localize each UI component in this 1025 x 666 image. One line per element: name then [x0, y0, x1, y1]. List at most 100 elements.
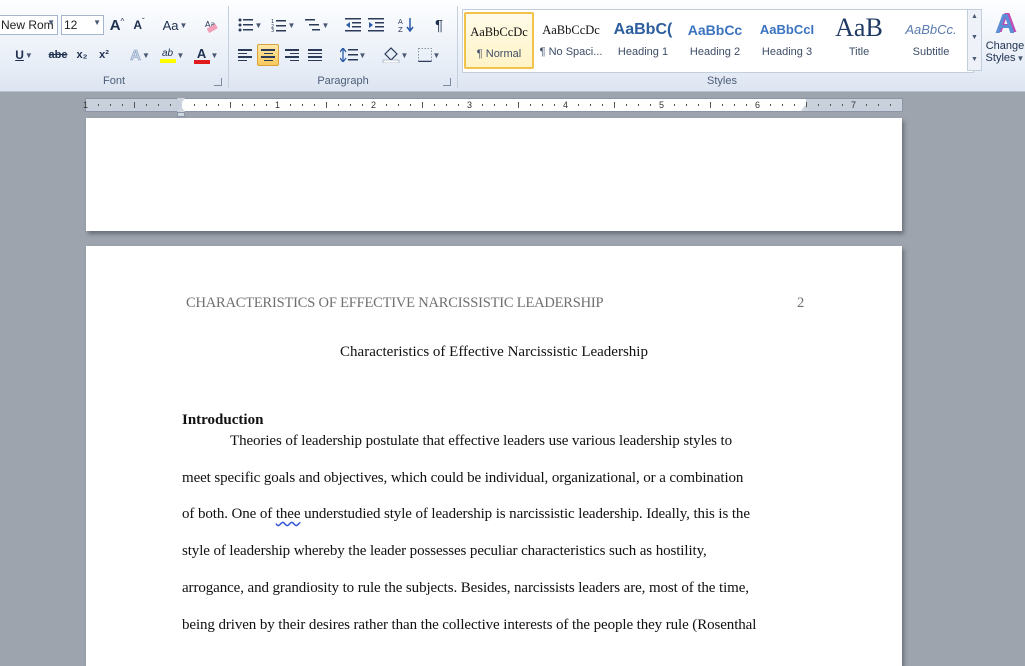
ruler-tick — [146, 104, 147, 106]
style-title[interactable]: AaB Title — [824, 12, 894, 69]
font-dialog-launcher[interactable] — [214, 78, 222, 86]
ruler-tick — [746, 104, 747, 106]
font-color-button[interactable]: A ▼ — [192, 45, 220, 65]
line-spacing-button[interactable]: ▼ — [338, 45, 368, 65]
highlight-button[interactable]: ab ▼ — [157, 45, 187, 65]
style-sample: AaBbCc — [687, 22, 743, 38]
styles-gallery-scroll[interactable]: ▲ ▼ ▼ — [967, 9, 982, 71]
change-case-button[interactable]: Aa ▼ — [160, 15, 190, 35]
ruler-tick — [266, 104, 267, 106]
styles-group-label: Styles — [707, 75, 737, 87]
ruler-tick — [830, 104, 831, 106]
shrink-font-button[interactable]: Aˇ — [129, 15, 149, 35]
show-formatting-marks-button[interactable]: ¶ — [428, 15, 450, 35]
decrease-indent-button[interactable] — [343, 15, 363, 35]
align-right-button[interactable] — [282, 45, 302, 65]
bullets-button[interactable]: ▼ — [236, 15, 264, 35]
underline-icon: U — [15, 48, 24, 62]
ruler-tick — [782, 104, 783, 106]
ruler-tick — [626, 104, 627, 106]
page-number: 2 — [797, 295, 805, 311]
document-page-2[interactable]: CHARACTERISTICS OF EFFECTIVE NARCISSISTI… — [86, 246, 902, 666]
increase-indent-icon — [368, 18, 384, 32]
ruler-number: 1 — [83, 100, 89, 110]
change-styles-button[interactable]: A Change Styles▼ — [985, 8, 1025, 65]
underline-button[interactable]: U ▼ — [12, 45, 36, 65]
style-sample: AaBbCcDc — [542, 23, 600, 37]
change-styles-label-2: Styles — [985, 52, 1016, 64]
numbering-icon: 123 — [271, 19, 286, 32]
ribbon: New Rom ▼ 12 ▼ A ^ Aˇ Aa ▼ Aa U ▼ abe x₂ x²… — [0, 0, 1025, 92]
ruler-tick — [458, 104, 459, 106]
ruler-tick — [362, 104, 363, 106]
style-sample: AaBbCcDc — [470, 25, 528, 39]
ruler-tick — [818, 104, 819, 106]
ruler-tick — [494, 104, 495, 106]
ruler-tick — [110, 104, 111, 106]
font-name-value: New Rom — [1, 18, 54, 32]
font-group-label: Font — [102, 75, 125, 87]
group-divider — [457, 6, 458, 88]
sort-icon: AZ — [398, 18, 414, 33]
misspelled-word[interactable]: thee — [276, 506, 301, 522]
ruler-tick — [602, 104, 603, 106]
ruler-tick — [554, 104, 555, 106]
paragraph-dialog-launcher[interactable] — [443, 78, 451, 86]
borders-button[interactable]: ▼ — [414, 45, 444, 65]
ruler-tick — [530, 104, 531, 106]
align-center-button[interactable] — [257, 44, 279, 66]
ruler-number: 1 — [275, 100, 281, 110]
ruler-tick — [134, 102, 135, 108]
shading-button[interactable]: ▼ — [379, 45, 411, 65]
ruler-tick — [518, 102, 519, 108]
strikethrough-button[interactable]: abe — [46, 45, 70, 65]
body-text: of both. One of — [182, 506, 273, 522]
font-size-value: 12 — [64, 18, 78, 32]
line-spacing-icon — [339, 48, 358, 62]
ruler-tick — [614, 102, 615, 108]
ruler-tick — [122, 104, 123, 106]
first-line-indent-marker[interactable] — [177, 98, 185, 104]
right-indent-marker[interactable] — [801, 105, 809, 111]
ruler-tick — [710, 102, 711, 108]
ruler-tick — [578, 104, 579, 106]
body-text: understudied style of leadership is narc… — [304, 506, 750, 522]
numbering-button[interactable]: 1 2 3 ▼ — [268, 15, 298, 35]
superscript-button[interactable]: x² — [94, 45, 114, 65]
multilevel-list-button[interactable]: ▼ — [302, 15, 332, 35]
body-line: arrogance, and grandiosity to rule the s… — [182, 580, 749, 596]
ruler-tick — [674, 104, 675, 106]
document-title: Characteristics of Effective Narcissisti… — [340, 344, 648, 360]
ruler-tick — [542, 104, 543, 106]
style-heading-1[interactable]: AaBbC( Heading 1 — [608, 12, 678, 69]
subscript-button[interactable]: x₂ — [72, 45, 92, 65]
font-size-combo[interactable]: 12 ▼ — [61, 15, 104, 35]
left-indent-marker[interactable] — [177, 112, 185, 117]
style-subtitle[interactable]: AaBbCc. Subtitle — [896, 12, 966, 69]
clear-formatting-button[interactable]: Aa — [201, 15, 223, 35]
style-heading-2[interactable]: AaBbCc Heading 2 — [680, 12, 750, 69]
style-no-spacing[interactable]: AaBbCcDc ¶ No Spaci... — [536, 12, 606, 69]
ruler-tick — [506, 104, 507, 106]
increase-indent-button[interactable] — [366, 15, 386, 35]
align-left-button[interactable] — [235, 45, 255, 65]
style-heading-3[interactable]: AaBbCcI Heading 3 — [752, 12, 822, 69]
font-name-combo[interactable]: New Rom ▼ — [0, 15, 58, 35]
horizontal-ruler[interactable]: 1 1 2 3 4 5 6 7 — [83, 98, 903, 112]
style-normal[interactable]: AaBbCcDc ¶ Normal — [464, 12, 534, 69]
clear-formatting-icon: Aa — [205, 20, 218, 33]
paragraph-group-label: Paragraph — [317, 75, 369, 87]
ruler-tick — [866, 104, 867, 106]
grow-font-button[interactable]: A ^ — [107, 15, 127, 35]
svg-text:3: 3 — [271, 28, 274, 32]
sort-button[interactable]: AZ — [396, 15, 418, 35]
text-effects-button[interactable]: A ▼ — [126, 45, 154, 65]
ruler-tick — [386, 104, 387, 106]
ruler-tick — [722, 104, 723, 106]
document-page-1[interactable] — [86, 118, 902, 231]
styles-gallery: AaBbCcDc ¶ Normal AaBbCcDc ¶ No Spaci...… — [462, 9, 974, 73]
ruler-tick — [686, 104, 687, 106]
body-line: meet specific goals and objectives, whic… — [182, 470, 744, 486]
ruler-tick — [638, 104, 639, 106]
justify-button[interactable] — [305, 45, 325, 65]
